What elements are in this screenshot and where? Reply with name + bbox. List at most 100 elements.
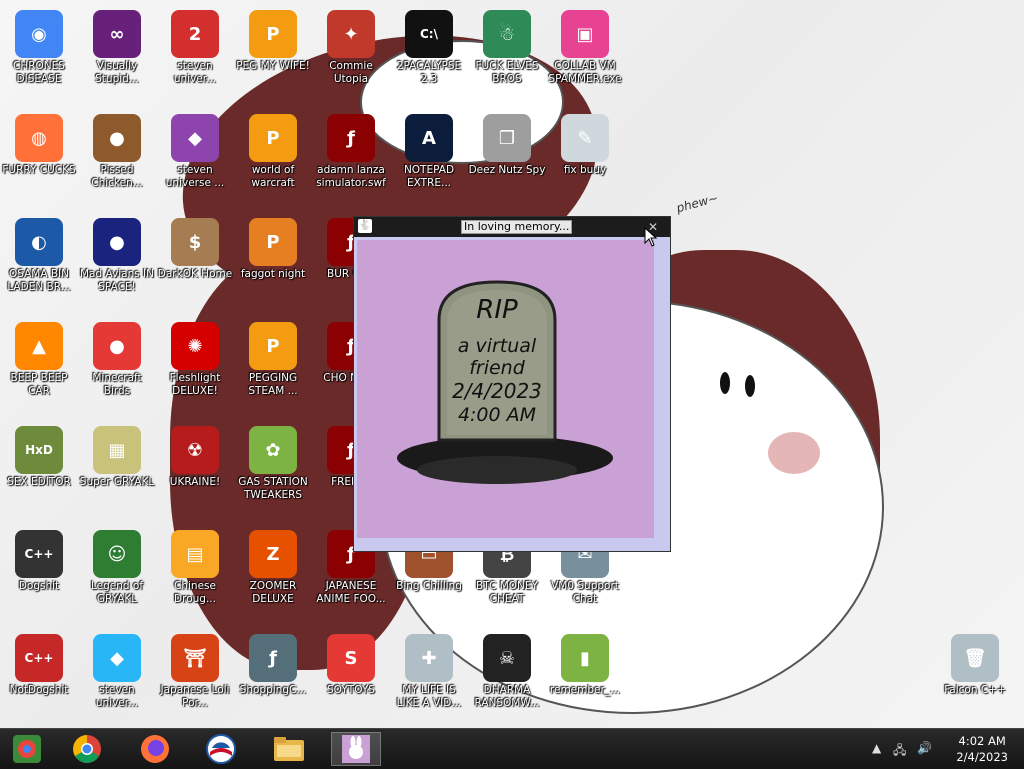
notepad-icon: A — [405, 114, 453, 162]
desktop-icon-label: GAS STATION TWEAKERS — [238, 476, 308, 501]
show-hidden-icons-icon[interactable]: ▲ — [872, 741, 881, 755]
desktop-icon-label: SEX EDITOR — [7, 476, 71, 488]
network-icon[interactable]: 🖧 — [893, 741, 906, 762]
angry-birds-space-icon: ● — [93, 218, 141, 266]
desktop-icon[interactable]: ◐ OSAMA BIN LADEN BR... — [0, 214, 78, 314]
desktop-icon[interactable]: ▲ BEEP BEEP CAR — [0, 318, 78, 418]
script-icon: ✎ — [561, 114, 609, 162]
desktop-icon[interactable]: ▦ Super GRYAKL — [78, 422, 156, 522]
desktop-icon[interactable]: ● Pissed Chicken... — [78, 110, 156, 210]
window-titlebar[interactable]: 🐇 In loving memory... ✕ — [354, 217, 670, 237]
angry-birds-seasons-icon: ● — [93, 114, 141, 162]
desktop-icon[interactable]: 2 steven univer... — [156, 6, 234, 106]
taskbar-file-explorer[interactable] — [264, 732, 314, 766]
epitaph-line-3: friend — [469, 357, 526, 379]
desktop-icon-label: Dogshit — [18, 580, 60, 592]
desktop-icon[interactable]: ☺ Legend of GRYAKL — [78, 526, 156, 626]
desktop-icon[interactable]: ƒ adamn lanza simulator.swf — [312, 110, 390, 210]
desktop-icon[interactable]: P PEGGING STEAM ... — [234, 318, 312, 418]
desktop-icon[interactable]: ƒ ShoppingC... — [234, 630, 312, 728]
torii-icon: ⛩ — [171, 634, 219, 682]
file-explorer-icon — [274, 737, 304, 761]
desktop-icon[interactable]: ❐ Deez Nutz Spy — [468, 110, 546, 210]
rip-text: RIP — [476, 295, 518, 325]
desktop-icon-label: Minecraft Birds — [92, 372, 142, 397]
desktop-icon[interactable]: ◉ CHRONES DISEASE — [0, 6, 78, 106]
desktop-icon[interactable]: ▮ remember_... — [546, 630, 624, 728]
desktop-icon-label: Falcon C++ — [944, 684, 1006, 696]
clock[interactable]: 4:02 AM 2/4/2023 — [956, 733, 1008, 765]
memorial-window[interactable]: 🐇 In loving memory... ✕ RIP a virtual fr… — [353, 216, 671, 552]
desktop-icon[interactable]: Z ZOOMER DELUXE — [234, 526, 312, 626]
flowers-icon: ✿ — [249, 426, 297, 474]
start-button[interactable] — [2, 732, 52, 766]
epitaph-date: 2/4/2023 — [452, 379, 542, 403]
desktop-icon[interactable]: ⛩ Japanese Loli Por... — [156, 630, 234, 728]
flash-player-icon: ƒ — [249, 634, 297, 682]
desktop-icon[interactable]: HxD SEX EDITOR — [0, 422, 78, 522]
zuma-icon: Z — [249, 530, 297, 578]
mahjong-icon: ▤ — [171, 530, 219, 578]
copy-icon: ❐ — [483, 114, 531, 162]
bunny-app-icon — [342, 735, 370, 763]
desktop-icon-label: SOYTOYS — [327, 684, 375, 696]
taskbar-memorial-app[interactable] — [331, 732, 381, 766]
cmd-icon: C:\ — [405, 10, 453, 58]
desktop-icon[interactable]: ∞ Visually Stupid... — [78, 6, 156, 106]
desktop-icon[interactable]: ☠ DHARMA RANSOMW... — [468, 630, 546, 728]
desktop-icon[interactable]: Pfaggot night — [234, 214, 312, 314]
desktop-icon[interactable]: ◆ steven universe ... — [156, 110, 234, 210]
desktop-icon[interactable]: S SOYTOYS — [312, 630, 390, 728]
taskbar-chrome[interactable] — [62, 732, 112, 766]
bunny-app-icon[interactable]: 🐇 — [358, 219, 372, 233]
desktop-icon[interactable]: ● Minecraft Birds — [78, 318, 156, 418]
clock-time: 4:02 AM — [958, 734, 1006, 748]
desktop-icon[interactable]: ▣ COLLAB VM SPAMMER.exe — [546, 6, 624, 106]
desktop-icon[interactable]: ✦ Commie Utopia — [312, 6, 390, 106]
codeblocks-icon: C++ — [15, 530, 63, 578]
desktop-icon[interactable]: C:\ 2PACALYPSE 2.3 — [390, 6, 468, 106]
desktop-icon-label: Commie Utopia — [329, 60, 373, 85]
desktop-icon[interactable]: ✿ GAS STATION TWEAKERS — [234, 422, 312, 522]
taskbar-firefox[interactable] — [130, 732, 180, 766]
desktop-icon-label: PEG MY WIFE! — [236, 60, 310, 72]
desktop-icon[interactable]: ◍ FURRY CUCKS — [0, 110, 78, 210]
chrome-icon — [73, 735, 101, 763]
visual-studio-icon: ∞ — [93, 10, 141, 58]
santa-icon: ☃ — [483, 10, 531, 58]
desktop-icon[interactable]: 🗑 Falcon C++ — [936, 630, 1014, 728]
desktop-icon[interactable]: A NOTEPAD EXTRE... — [390, 110, 468, 210]
obama-logo-icon — [206, 734, 236, 764]
desktop-icon-label: FURRY CUCKS — [2, 164, 76, 176]
taskbar-obama[interactable] — [196, 732, 246, 766]
desktop-icon-label: JAPANESE ANIME FOO... — [316, 580, 386, 605]
epitaph-line-2: a virtual — [458, 335, 537, 357]
peggle-icon: P — [249, 114, 297, 162]
desktop-icon[interactable]: ◆ steven univer... — [78, 630, 156, 728]
desktop-icon[interactable]: Pworld of warcraft — [234, 110, 312, 210]
desktop-icon[interactable]: C++ Dogshit — [0, 526, 78, 626]
obama-logo-icon: ◐ — [15, 218, 63, 266]
desktop-icon[interactable]: $ DarkOK Home — [156, 214, 234, 314]
desktop-icon[interactable]: P PEG MY WIFE! — [234, 6, 312, 106]
radiation-icon: ☢ — [171, 426, 219, 474]
desktop-icon[interactable]: ▤ Chinese Droug... — [156, 526, 234, 626]
firefox-icon — [141, 735, 169, 763]
recycle-bin-icon: 🗑 — [951, 634, 999, 682]
angry-bird-icon: ● — [93, 322, 141, 370]
desktop-icon[interactable]: ✚ MY LIFE IS LIKE A VID... — [390, 630, 468, 728]
desktop-icon[interactable]: ✎ fix buuy — [546, 110, 624, 210]
desktop-icon-label: fix buuy — [563, 164, 607, 176]
clock-date: 2/4/2023 — [956, 750, 1008, 764]
gamepad-icon: ✚ — [405, 634, 453, 682]
desktop-icon[interactable]: ☢ UKRAINE! — [156, 422, 234, 522]
desktop-icon[interactable]: ✺ Fleshlight DELUXE! — [156, 318, 234, 418]
desktop-icon[interactable]: ● Mad Avians IN SPACE! — [78, 214, 156, 314]
desktop-icon[interactable]: C++ NotDogshit — [0, 630, 78, 728]
peggle-icon: P — [249, 322, 297, 370]
desktop-icon-label: Fleshlight DELUXE! — [169, 372, 221, 397]
gem-icon: ◆ — [171, 114, 219, 162]
desktop-icon[interactable]: ☃ FUCK ELVES BROS — [468, 6, 546, 106]
desktop-icon-label: world of warcraft — [251, 164, 295, 189]
volume-icon[interactable]: 🔊 — [917, 741, 932, 755]
